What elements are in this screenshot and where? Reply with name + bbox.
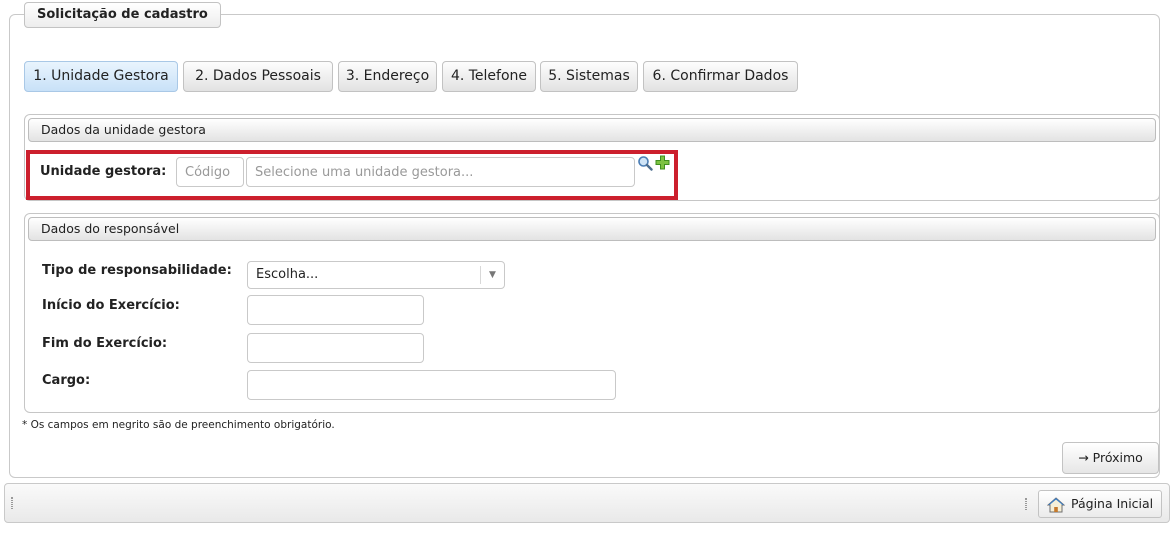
tipo-responsabilidade-value: Escolha... bbox=[256, 267, 319, 282]
tipo-responsabilidade-select[interactable]: Escolha... ▼ bbox=[247, 261, 505, 289]
cargo-input[interactable] bbox=[247, 370, 616, 400]
tab-unidade-gestora[interactable]: 1. Unidade Gestora bbox=[24, 61, 178, 92]
add-icon[interactable] bbox=[655, 155, 670, 170]
chevron-down-icon[interactable]: ▼ bbox=[480, 266, 504, 284]
next-button[interactable]: → Próximo bbox=[1062, 442, 1159, 474]
inicio-exercicio-label: Início do Exercício: bbox=[42, 298, 180, 313]
tab-telefone[interactable]: 4. Telefone bbox=[442, 61, 536, 92]
unidade-codigo-input[interactable] bbox=[176, 157, 244, 187]
unidade-gestora-header: Dados da unidade gestora bbox=[28, 118, 1156, 142]
unidade-gestora-label: Unidade gestora: bbox=[40, 164, 167, 179]
tab-sistemas[interactable]: 5. Sistemas bbox=[540, 61, 638, 92]
fieldset-legend: Solicitação de cadastro bbox=[24, 2, 221, 28]
required-fields-note: * Os campos em negrito são de preenchime… bbox=[22, 419, 335, 431]
search-icon[interactable] bbox=[637, 155, 653, 171]
grip-icon[interactable] bbox=[11, 497, 13, 509]
home-icon bbox=[1046, 496, 1066, 513]
fim-exercicio-input[interactable] bbox=[247, 333, 424, 363]
footer-bar bbox=[4, 483, 1170, 523]
fim-exercicio-label: Fim do Exercício: bbox=[42, 336, 168, 351]
tab-dados-pessoais[interactable]: 2. Dados Pessoais bbox=[183, 61, 333, 92]
responsavel-header: Dados do responsável bbox=[28, 217, 1156, 241]
home-label: Página Inicial bbox=[1071, 496, 1154, 511]
cargo-label: Cargo: bbox=[42, 373, 91, 388]
tipo-responsabilidade-label: Tipo de responsabilidade: bbox=[42, 263, 232, 278]
home-button[interactable]: Página Inicial bbox=[1038, 490, 1162, 518]
inicio-exercicio-input[interactable] bbox=[247, 295, 424, 325]
tab-endereco[interactable]: 3. Endereço bbox=[338, 61, 437, 92]
grip-icon[interactable] bbox=[1025, 498, 1027, 510]
tab-confirmar-dados[interactable]: 6. Confirmar Dados bbox=[643, 61, 798, 92]
unidade-gestora-input[interactable] bbox=[246, 157, 635, 187]
